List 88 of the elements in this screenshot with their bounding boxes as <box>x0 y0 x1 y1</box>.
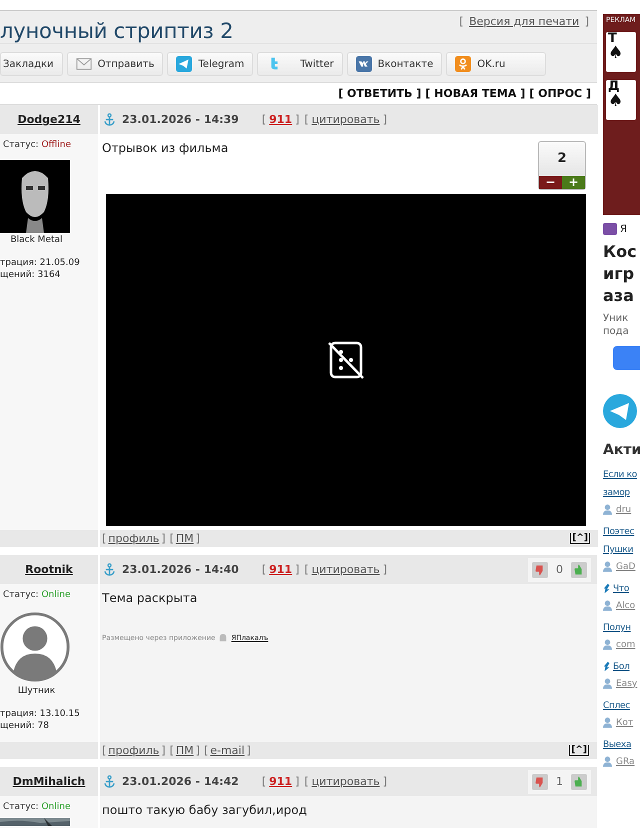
topic-link[interactable]: Если ко замор <box>603 466 637 502</box>
scroll-top-button[interactable]: [^] <box>570 533 590 544</box>
playing-card: Д ♠ <box>606 80 636 120</box>
user-link[interactable]: com <box>616 640 636 650</box>
bracket-mark: [ <box>262 775 266 788</box>
bracket-mark: [ <box>170 532 174 545</box>
topic-link[interactable]: Что <box>613 580 630 598</box>
share-button[interactable]: Telegram <box>167 52 254 76</box>
quote-link[interactable]: цитировать <box>312 563 380 576</box>
bracket-mark: ] <box>161 744 166 757</box>
user-status: Статус: Online <box>3 590 70 600</box>
topic-link[interactable]: Поэтес Пушки <box>603 523 634 559</box>
bracket-mark: [ <box>304 113 309 126</box>
user-link[interactable]: GRa <box>616 756 635 766</box>
ad-headline[interactable]: Кос игр аза <box>603 241 640 307</box>
post-text: пошто такую бабу загубил,ирод <box>102 802 307 817</box>
user-status: Статус: Offline <box>3 140 71 150</box>
message-count: щений: 78 <box>0 720 49 732</box>
quote-link[interactable]: цитировать <box>312 775 380 788</box>
bracket-mark: [ <box>304 563 309 576</box>
user-rank: Black Metal <box>9 235 64 245</box>
topic-action-link[interactable]: [ НОВАЯ ТЕМА ] <box>425 87 526 100</box>
topic-link[interactable]: Сплес <box>603 697 630 715</box>
ad-text: Уник пода <box>603 312 630 338</box>
post-text: Тема раскрыта <box>102 590 198 605</box>
share-button[interactable]: OK.ru <box>446 52 546 76</box>
bracket-mark: [ <box>204 744 208 757</box>
registration-date: трация: 13.10.15 <box>0 708 80 720</box>
bracket-mark: ] <box>584 15 589 28</box>
bracket-mark: ] <box>161 532 166 545</box>
ad-source: Я <box>620 224 627 234</box>
topic-action-link[interactable]: [ ОПРОС ] <box>529 87 591 100</box>
post-text: Отрывок из фильма <box>102 140 228 155</box>
share-button[interactable]: Отправить <box>66 52 164 76</box>
bracket-mark: ] <box>196 744 200 757</box>
bracket-mark: ] <box>382 775 388 788</box>
plus-button[interactable]: + <box>562 176 585 189</box>
bracket-mark: ] <box>246 744 251 757</box>
rating-count: 1 <box>556 775 563 788</box>
message-count: щений: 3164 <box>0 269 60 281</box>
user-link[interactable]: dru <box>616 504 632 514</box>
footer-link[interactable]: ПМ <box>176 532 194 545</box>
bracket-mark: [ <box>459 15 464 28</box>
bracket-mark: [ <box>102 744 106 757</box>
post-number-link[interactable]: 911 <box>269 563 292 576</box>
registration-date: трация: 21.05.09 <box>0 257 80 269</box>
topic-action-link[interactable]: [ ОТВЕТИТЬ ] <box>338 87 422 100</box>
share-button[interactable]: Вконтакте <box>346 52 442 76</box>
bracket-mark: [ <box>262 563 266 576</box>
bracket-mark: ] <box>295 113 300 126</box>
footer-link[interactable]: профиль <box>108 744 160 757</box>
bracket-mark: ] <box>382 563 388 576</box>
bracket-mark: ] <box>295 563 300 576</box>
user-status: Статус: Online <box>3 802 70 812</box>
bracket-mark: [ <box>102 532 106 545</box>
footer-link[interactable]: профиль <box>108 532 160 545</box>
topic-link[interactable]: Полун <box>603 619 631 637</box>
user-link[interactable]: Кот <box>616 718 634 728</box>
quote-link[interactable]: цитировать <box>312 113 380 126</box>
post-number-link[interactable]: 911 <box>269 113 292 126</box>
topic-link[interactable]: Бол <box>613 658 630 676</box>
post-number-link[interactable]: 911 <box>269 775 292 788</box>
playing-card: Т ♠ <box>606 32 636 72</box>
bracket-mark: ] <box>382 113 388 126</box>
rating-count: 0 <box>556 563 563 576</box>
share-button[interactable]: Twitter <box>257 52 343 76</box>
post-date: 23.01.2026 - 14:42 <box>122 775 239 788</box>
rating-value: 2 <box>557 150 567 168</box>
minus-button[interactable]: − <box>539 176 562 189</box>
post-date: 23.01.2026 - 14:39 <box>122 113 239 126</box>
user-link[interactable]: Alco <box>616 600 636 610</box>
bracket-mark: [ <box>304 775 309 788</box>
user-link[interactable]: Easy <box>616 678 638 688</box>
footer-link[interactable]: e-mail <box>210 744 245 757</box>
topic-link[interactable]: Выеха <box>603 736 632 754</box>
scroll-top-button[interactable]: [^] <box>569 745 589 756</box>
footer-link[interactable]: ПМ <box>176 744 194 757</box>
user-rank: Шутник <box>16 686 56 696</box>
user-link[interactable]: GaD <box>616 562 636 572</box>
print-version-link[interactable]: Версия для печати <box>469 15 580 28</box>
share-button[interactable]: Закладки <box>0 52 63 76</box>
topic-title: луночный стриптиз 2 <box>0 18 234 43</box>
post-date: 23.01.2026 - 14:40 <box>122 563 239 576</box>
bracket-mark: ] <box>196 532 200 545</box>
bracket-mark: [ <box>170 744 174 757</box>
bracket-mark: ] <box>295 775 300 788</box>
bracket-mark: [ <box>262 113 266 126</box>
section-title: Акти <box>603 442 640 458</box>
